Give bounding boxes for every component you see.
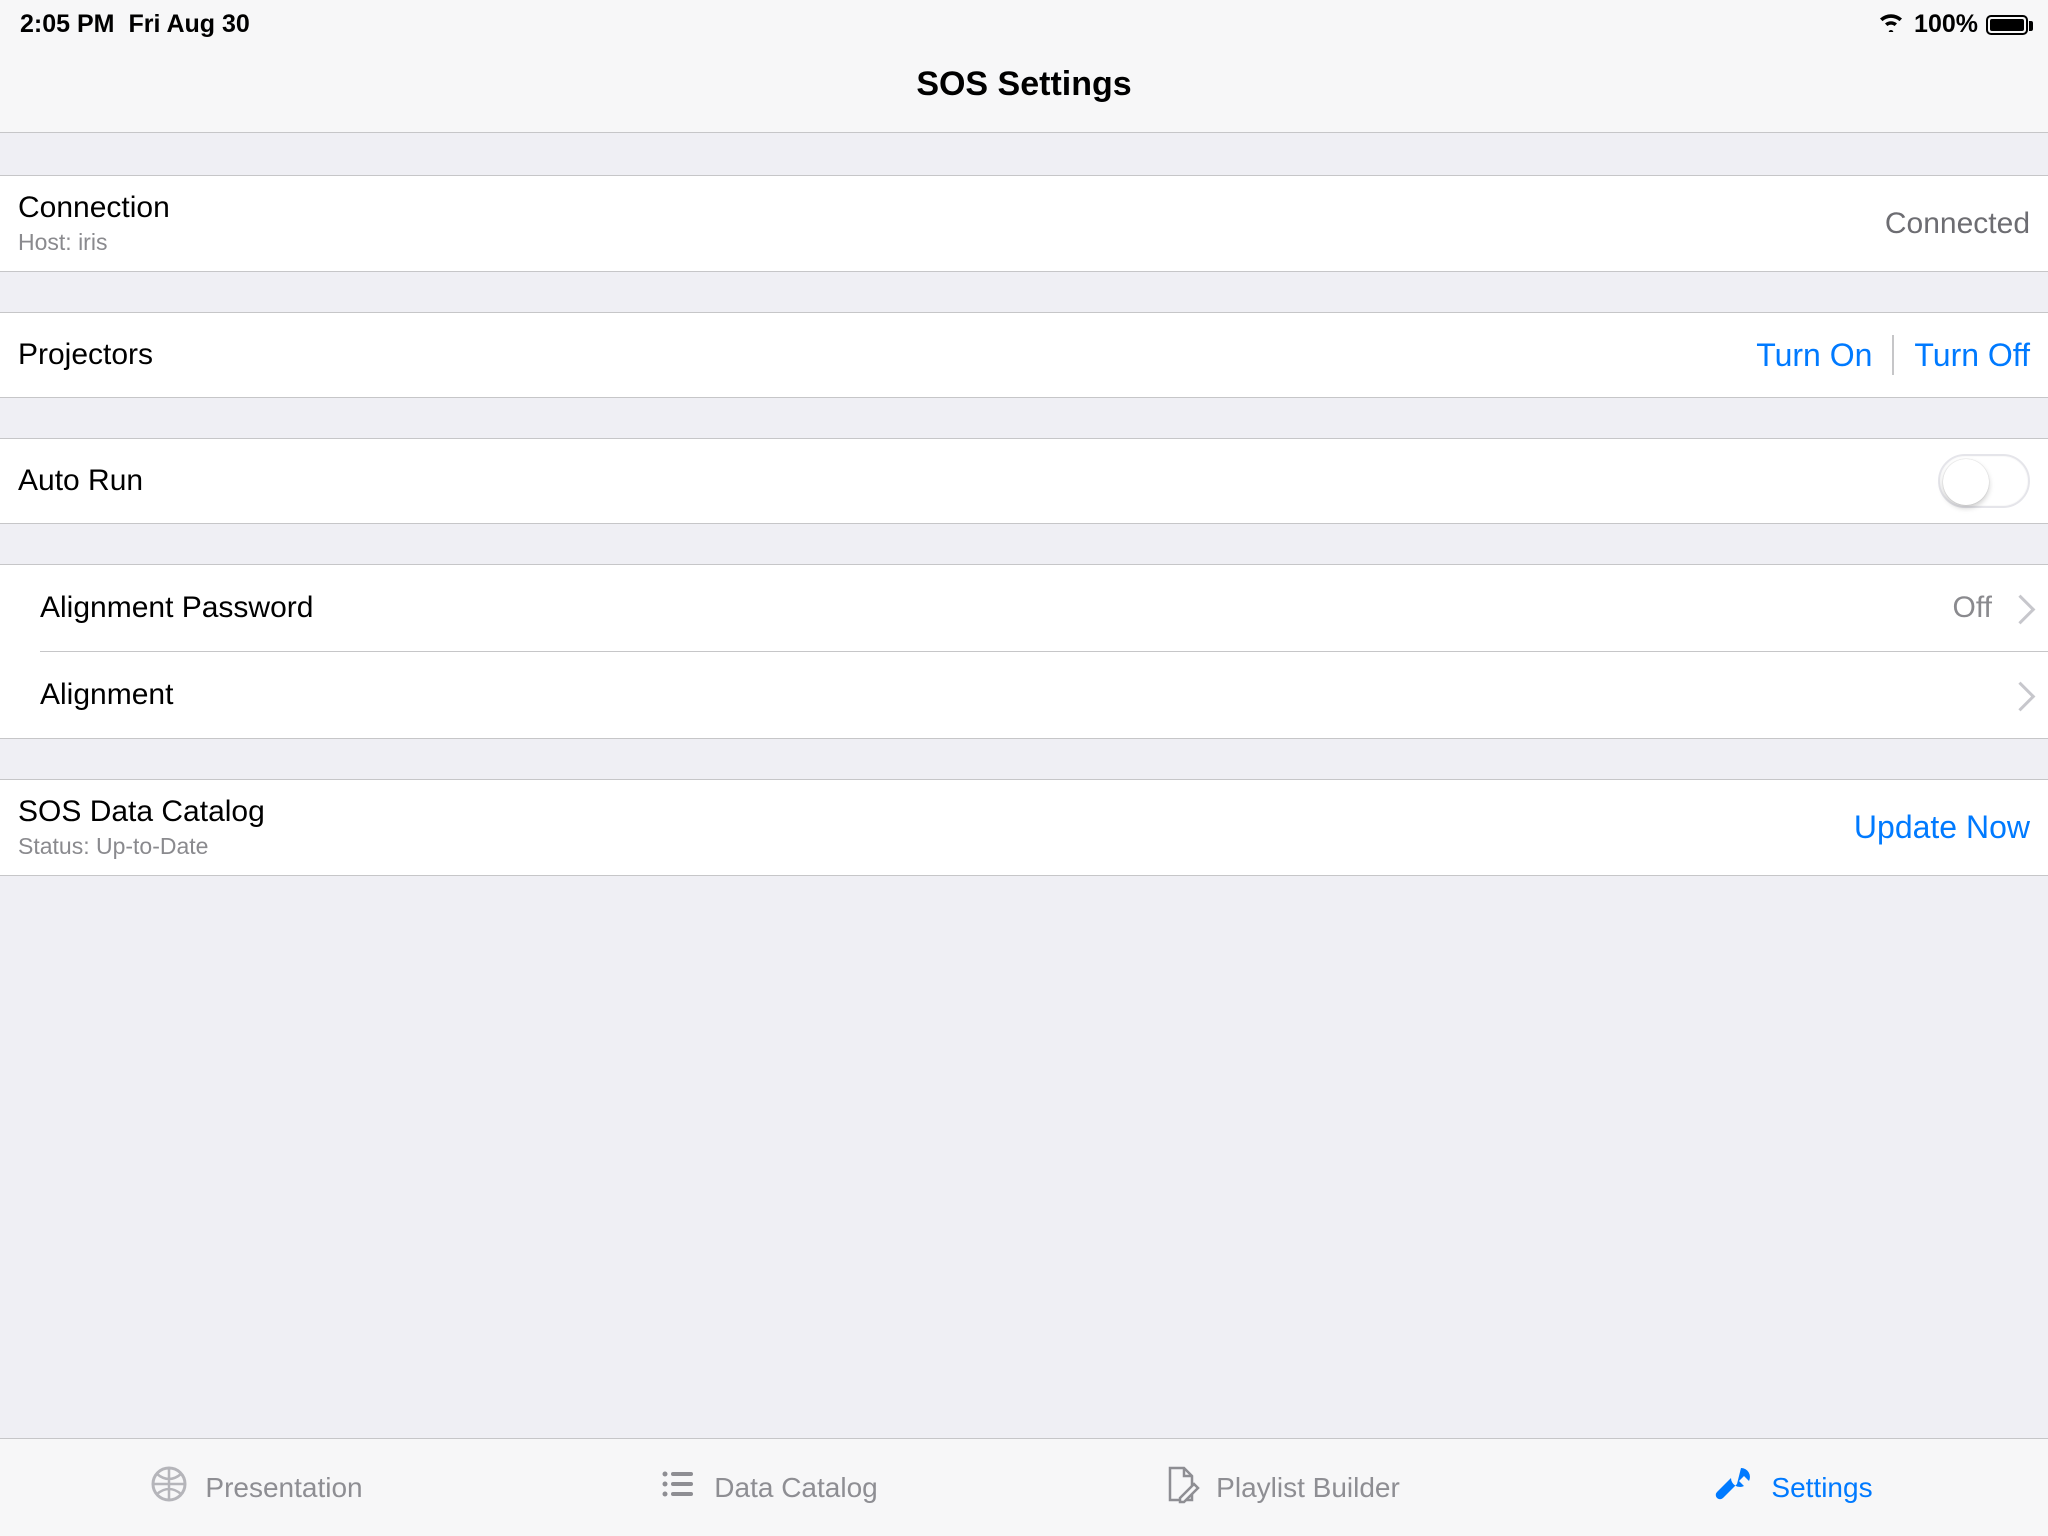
auto-run-toggle[interactable] [1938,454,2030,508]
chevron-right-icon [2012,593,2030,623]
alignment-row[interactable]: Alignment [0,652,2048,738]
data-catalog-row: SOS Data Catalog Status: Up-to-Date Upda… [0,779,2048,876]
wrench-icon [1711,1462,1755,1513]
connection-title: Connection [18,191,170,225]
data-catalog-status: Status: Up-to-Date [18,833,265,860]
tab-data-catalog-label: Data Catalog [714,1472,877,1504]
vertical-divider [1892,335,1894,375]
tab-bar: Presentation Data Catalog Playlist Build… [0,1438,2048,1536]
projectors-title: Projectors [18,338,153,372]
tab-playlist-builder[interactable]: Playlist Builder [1024,1439,1536,1536]
auto-run-title: Auto Run [18,464,143,498]
list-icon [658,1464,698,1511]
projectors-turn-off-button[interactable]: Turn Off [1914,337,2030,374]
battery-percent: 100% [1914,10,1978,39]
document-edit-icon [1160,1464,1200,1511]
wifi-icon [1876,10,1906,39]
tab-data-catalog[interactable]: Data Catalog [512,1439,1024,1536]
connection-row[interactable]: Connection Host: iris Connected [0,175,2048,272]
connection-status: Connected [1885,207,2030,241]
globe-icon [149,1464,189,1511]
tab-settings[interactable]: Settings [1536,1439,2048,1536]
auto-run-row: Auto Run [0,438,2048,524]
status-bar: 2:05 PM Fri Aug 30 100% [0,0,2048,45]
connection-host: Host: iris [18,229,170,256]
data-catalog-title: SOS Data Catalog [18,795,265,829]
alignment-group: Alignment Password Off Alignment [0,564,2048,739]
tab-presentation-label: Presentation [205,1472,362,1504]
battery-icon [1986,15,2028,35]
status-time: 2:05 PM [20,10,114,39]
data-catalog-update-button[interactable]: Update Now [1854,809,2030,846]
settings-content: Connection Host: iris Connected Projecto… [0,133,2048,876]
projectors-turn-on-button[interactable]: Turn On [1756,337,1872,374]
alignment-password-row[interactable]: Alignment Password Off [0,565,2048,651]
navigation-header: SOS Settings [0,45,2048,133]
projectors-row: Projectors Turn On Turn Off [0,312,2048,398]
status-date: Fri Aug 30 [128,10,249,39]
alignment-password-value: Off [1953,591,1992,625]
page-title: SOS Settings [0,65,2048,104]
tab-playlist-builder-label: Playlist Builder [1216,1472,1400,1504]
chevron-right-icon [2012,680,2030,710]
tab-settings-label: Settings [1771,1472,1872,1504]
tab-presentation[interactable]: Presentation [0,1439,512,1536]
alignment-title: Alignment [40,678,173,712]
alignment-password-title: Alignment Password [40,591,313,625]
